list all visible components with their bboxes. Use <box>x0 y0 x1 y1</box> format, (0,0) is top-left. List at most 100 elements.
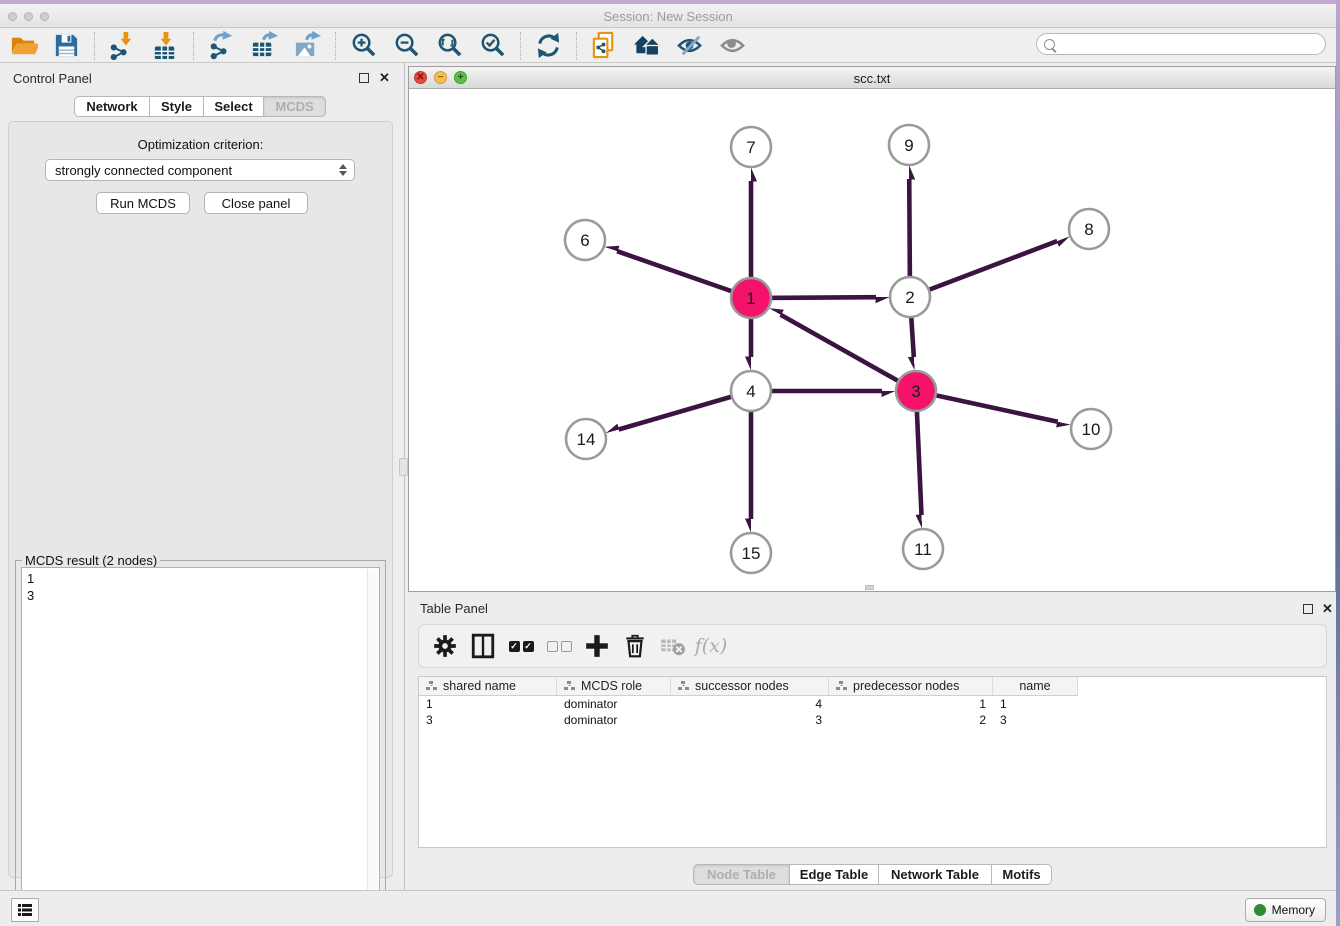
import-network-icon[interactable] <box>105 30 139 62</box>
table-cell[interactable]: 1 <box>993 696 1078 712</box>
mcds-result-title: MCDS result (2 nodes) <box>22 553 160 568</box>
toolbar-separator <box>335 32 336 60</box>
search-icon <box>1044 39 1055 50</box>
gear-icon[interactable] <box>432 633 458 659</box>
zoom-in-icon[interactable] <box>346 30 380 62</box>
edge-2-8[interactable] <box>910 241 1057 297</box>
table-cell[interactable]: 3 <box>993 712 1078 728</box>
columns-icon[interactable] <box>470 633 496 659</box>
table-cell[interactable]: 1 <box>419 696 557 712</box>
column-header-name[interactable]: name <box>993 677 1078 696</box>
control-panel-float-button[interactable] <box>359 73 369 83</box>
table-cell[interactable]: 1 <box>829 696 993 712</box>
panel-splitter[interactable] <box>404 63 405 890</box>
graph-node-label: 8 <box>1084 220 1093 239</box>
hide-eye-icon[interactable] <box>673 30 707 62</box>
column-header-predecessor-nodes[interactable]: predecessor nodes <box>829 677 993 696</box>
select-all-icon[interactable]: ✓✓ <box>508 633 534 659</box>
edge-3-10[interactable] <box>916 391 1058 422</box>
tab-network[interactable]: Network <box>74 96 150 117</box>
tab-network-table[interactable]: Network Table <box>879 864 992 885</box>
edge-3-1[interactable] <box>781 315 916 391</box>
function-icon: f(x) <box>698 633 724 659</box>
window-title: Session: New Session <box>0 9 1336 24</box>
table-cell[interactable]: 4 <box>671 696 829 712</box>
table-cell[interactable]: 2 <box>829 712 993 728</box>
deselect-all-icon[interactable] <box>546 633 572 659</box>
criterion-value: strongly connected component <box>55 163 232 178</box>
mcds-result-textarea[interactable]: 1 3 <box>21 567 380 925</box>
import-table-icon[interactable] <box>148 30 182 62</box>
list-icon <box>18 904 32 916</box>
hierarchy-icon <box>836 681 847 691</box>
status-bar: Memory <box>0 890 1336 926</box>
network-view-window: ✕ − + scc.txt 7968124314101511 <box>408 66 1336 592</box>
table-cell[interactable]: dominator <box>557 696 671 712</box>
table-panel-close-button[interactable]: ✕ <box>1322 601 1333 617</box>
tab-node-table[interactable]: Node Table <box>693 864 790 885</box>
tab-motifs[interactable]: Motifs <box>992 864 1052 885</box>
table-panel: Table Panel ✕ ✓✓ f(x) shared nameMCDS ro… <box>408 598 1336 890</box>
table-cell[interactable]: 3 <box>671 712 829 728</box>
toolbar-separator <box>576 32 577 60</box>
mcds-panel: Optimization criterion: strongly connect… <box>8 121 393 878</box>
column-header-shared-name[interactable]: shared name <box>419 677 557 696</box>
tab-style[interactable]: Style <box>150 96 204 117</box>
graph-node-label: 7 <box>746 138 755 157</box>
network-canvas[interactable]: 7968124314101511 <box>409 89 1335 591</box>
tab-mcds[interactable]: MCDS <box>264 96 326 117</box>
graph-node-label: 4 <box>746 382 755 401</box>
table-body: 1dominator4113dominator323 <box>419 696 1078 728</box>
hierarchy-icon <box>678 681 689 691</box>
memory-label: Memory <box>1272 903 1315 917</box>
home-network-icon[interactable] <box>630 30 664 62</box>
search-field[interactable] <box>1036 33 1326 55</box>
canvas-resize-grip[interactable] <box>865 585 874 590</box>
close-panel-button[interactable]: Close panel <box>204 192 308 214</box>
show-eye-icon[interactable] <box>716 30 750 62</box>
zoom-fit-icon[interactable] <box>432 30 466 62</box>
mcds-result-groupbox: MCDS result (2 nodes) 1 3 <box>15 560 386 926</box>
zoom-selected-icon[interactable] <box>475 30 509 62</box>
hierarchy-icon <box>426 681 437 691</box>
table-cell[interactable]: dominator <box>557 712 671 728</box>
column-header-successor-nodes[interactable]: successor nodes <box>671 677 829 696</box>
add-icon[interactable] <box>584 633 610 659</box>
task-history-button[interactable] <box>11 898 39 922</box>
export-table-icon[interactable] <box>247 30 281 62</box>
graph-node-label: 10 <box>1082 420 1101 439</box>
refresh-layout-icon[interactable] <box>531 30 565 62</box>
node-table[interactable]: shared nameMCDS rolesuccessor nodesprede… <box>418 676 1327 848</box>
table-cell[interactable]: 3 <box>419 712 557 728</box>
optimization-criterion-label: Optimization criterion: <box>9 137 392 152</box>
column-header-MCDS-role[interactable]: MCDS role <box>557 677 671 696</box>
network-window-titlebar[interactable]: ✕ − + scc.txt <box>409 67 1335 89</box>
copy-network-icon[interactable] <box>587 30 621 62</box>
control-panel: Control Panel ✕ NetworkStyleSelectMCDS O… <box>0 63 404 890</box>
control-panel-title: Control Panel <box>13 71 92 86</box>
memory-status-icon <box>1254 904 1266 916</box>
tab-edge-table[interactable]: Edge Table <box>790 864 879 885</box>
delete-icon[interactable] <box>622 633 648 659</box>
toolbar-separator <box>193 32 194 60</box>
main-toolbar <box>0 29 1336 63</box>
memory-button[interactable]: Memory <box>1245 898 1326 922</box>
table-panel-float-button[interactable] <box>1303 604 1313 614</box>
save-session-icon[interactable] <box>49 30 83 62</box>
table-row[interactable]: 3dominator323 <box>419 712 1078 728</box>
export-network-icon[interactable] <box>204 30 238 62</box>
splitter-grip[interactable] <box>399 458 408 476</box>
control-panel-tabs: NetworkStyleSelectMCDS <box>74 96 326 117</box>
export-image-icon[interactable] <box>290 30 324 62</box>
network-graph[interactable]: 7968124314101511 <box>409 89 1335 591</box>
criterion-dropdown[interactable]: strongly connected component <box>45 159 355 181</box>
control-panel-close-button[interactable]: ✕ <box>379 70 390 86</box>
run-mcds-button[interactable]: Run MCDS <box>96 192 190 214</box>
tab-select[interactable]: Select <box>204 96 264 117</box>
result-scrollbar[interactable] <box>367 569 378 925</box>
window-titlebar: Session: New Session <box>0 4 1336 28</box>
open-session-icon[interactable] <box>6 30 40 62</box>
search-input[interactable] <box>1055 37 1325 51</box>
zoom-out-icon[interactable] <box>389 30 423 62</box>
table-row[interactable]: 1dominator411 <box>419 696 1078 712</box>
